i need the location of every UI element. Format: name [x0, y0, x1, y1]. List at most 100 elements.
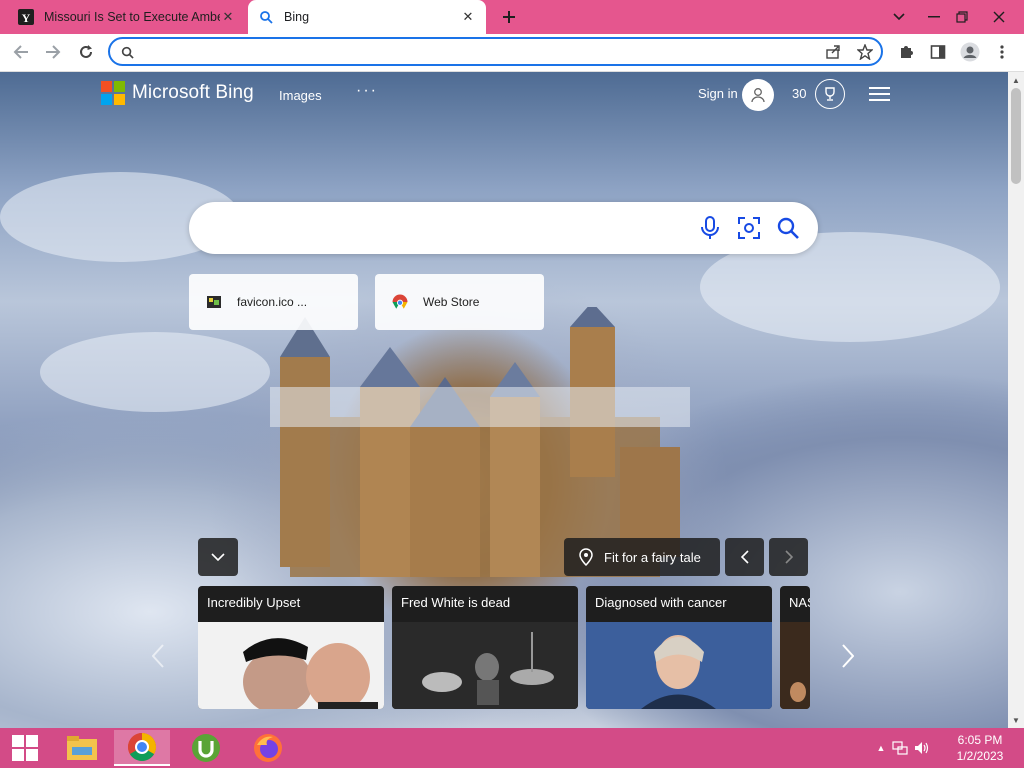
taskbar-firefox[interactable]: [240, 730, 296, 766]
network-icon[interactable]: [889, 741, 911, 755]
scroll-thumb[interactable]: [1011, 88, 1021, 184]
system-tray: ▲: [873, 728, 933, 768]
nav-images-link[interactable]: Images: [279, 88, 322, 103]
microphone-icon[interactable]: [696, 214, 724, 242]
settings-menu-button[interactable]: [869, 85, 891, 103]
restore-button[interactable]: [945, 0, 979, 34]
bing-logo[interactable]: Microsoft Bing: [101, 81, 254, 105]
close-icon[interactable]: ✕: [460, 9, 476, 25]
chevron-left-icon: [152, 644, 164, 668]
tab-title: Bing: [284, 10, 310, 24]
address-input[interactable]: [140, 42, 804, 63]
menu-button[interactable]: [989, 39, 1015, 65]
chevron-down-icon: [893, 13, 905, 21]
news-card[interactable]: Incredibly Upset: [198, 586, 384, 709]
news-thumbnail: [586, 622, 772, 709]
clock-time: 6:05 PM: [957, 733, 1003, 747]
news-thumbnail: [198, 622, 384, 709]
news-headline: Fred White is dead: [401, 595, 511, 610]
nav-more-button[interactable]: ···: [356, 82, 378, 100]
location-pin-icon: [578, 548, 594, 566]
start-button[interactable]: [8, 732, 42, 764]
search-icon: [118, 43, 136, 61]
forward-button[interactable]: [40, 39, 66, 65]
plus-icon: [503, 11, 515, 23]
quicklink-label: favicon.ico ...: [237, 295, 308, 309]
tab-title: Missouri Is Set to Execute Amber: [44, 10, 220, 24]
search-icon[interactable]: [774, 214, 802, 242]
news-headline: NAS: [789, 595, 810, 610]
news-thumbnail: [780, 622, 810, 709]
page-scrollbar[interactable]: ▲ ▼: [1008, 72, 1024, 728]
previous-image-button[interactable]: [725, 538, 764, 576]
quicklink-label: Web Store: [423, 295, 480, 309]
close-icon[interactable]: ✕: [220, 9, 236, 25]
clock-date: 1/2/2023: [956, 749, 1004, 763]
brand-name: Microsoft Bing: [132, 82, 254, 103]
chevron-right-icon: [842, 644, 854, 668]
reload-icon: [80, 45, 92, 58]
news-next-button[interactable]: [836, 640, 860, 672]
rewards-points[interactable]: 30: [792, 86, 806, 101]
restore-icon: [956, 11, 968, 23]
microsoft-logo-icon: [101, 81, 125, 105]
bookmark-star-icon[interactable]: [856, 43, 874, 61]
search-input[interactable]: [211, 216, 695, 242]
close-icon: [993, 11, 1005, 23]
tab-strip: Y Missouri Is Set to Execute Amber ✕ Bin…: [0, 0, 1024, 34]
collapse-feed-button[interactable]: [198, 538, 238, 576]
back-button[interactable]: [8, 39, 34, 65]
news-card[interactable]: Diagnosed with cancer: [586, 586, 772, 709]
news-card[interactable]: Fred White is dead: [392, 586, 578, 709]
profile-icon: [960, 42, 980, 62]
image-caption: Fit for a fairy tale: [604, 549, 701, 565]
background-snow: [40, 332, 270, 412]
taskbar-file-explorer[interactable]: [54, 730, 110, 766]
taskbar-chrome[interactable]: [114, 730, 170, 766]
volume-icon[interactable]: [911, 741, 933, 755]
rewards-button[interactable]: [815, 79, 845, 109]
tab-search-button[interactable]: [882, 0, 916, 34]
chrome-icon: [128, 733, 156, 761]
extensions-button[interactable]: [893, 39, 919, 65]
news-card[interactable]: NAS: [780, 586, 810, 709]
close-window-button[interactable]: [982, 0, 1016, 34]
file-explorer-icon: [67, 736, 97, 760]
scroll-down-icon[interactable]: ▼: [1008, 713, 1024, 727]
windows-logo-icon: [12, 735, 38, 761]
visual-search-icon[interactable]: [735, 214, 763, 242]
hamburger-icon: [869, 87, 890, 101]
share-icon[interactable]: [824, 43, 842, 61]
tab-bing[interactable]: Bing ✕: [248, 0, 486, 34]
quicklink-favicon[interactable]: favicon.ico ...: [189, 274, 358, 330]
scroll-up-icon[interactable]: ▲: [1008, 73, 1024, 87]
tray-overflow-icon[interactable]: ▲: [873, 743, 889, 753]
firefox-icon: [254, 734, 282, 762]
side-panel-button[interactable]: [925, 39, 951, 65]
quicklink-web-store[interactable]: Web Store: [375, 274, 544, 330]
image-info-button[interactable]: Fit for a fairy tale: [564, 538, 720, 576]
taskbar-utorrent[interactable]: [178, 730, 234, 766]
bing-search-box: [189, 202, 818, 254]
search-icon: [258, 9, 274, 25]
news-previous-button[interactable]: [146, 640, 170, 672]
address-bar[interactable]: [108, 37, 883, 66]
windows-taskbar: ▲ 6:05 PM 1/2/2023: [0, 728, 1024, 768]
sign-in-link[interactable]: Sign in: [698, 86, 738, 101]
chevron-down-icon: [211, 553, 225, 561]
trophy-icon: [825, 87, 835, 101]
browser-toolbar: [0, 34, 1024, 72]
new-tab-button[interactable]: [498, 6, 520, 28]
puzzle-icon: [901, 46, 913, 58]
tab-missouri[interactable]: Y Missouri Is Set to Execute Amber ✕: [8, 0, 246, 34]
news-thumbnail: [392, 622, 578, 709]
user-avatar-button[interactable]: [742, 79, 774, 111]
next-image-button[interactable]: [769, 538, 808, 576]
kebab-menu-icon: [1000, 45, 1004, 59]
profile-button[interactable]: [957, 39, 983, 65]
system-clock[interactable]: 6:05 PM 1/2/2023: [944, 732, 1016, 764]
news-headline: Incredibly Upset: [207, 595, 301, 610]
reload-button[interactable]: [73, 39, 99, 65]
yahoo-y-icon: Y: [18, 9, 34, 25]
svg-text:Y: Y: [22, 11, 31, 25]
